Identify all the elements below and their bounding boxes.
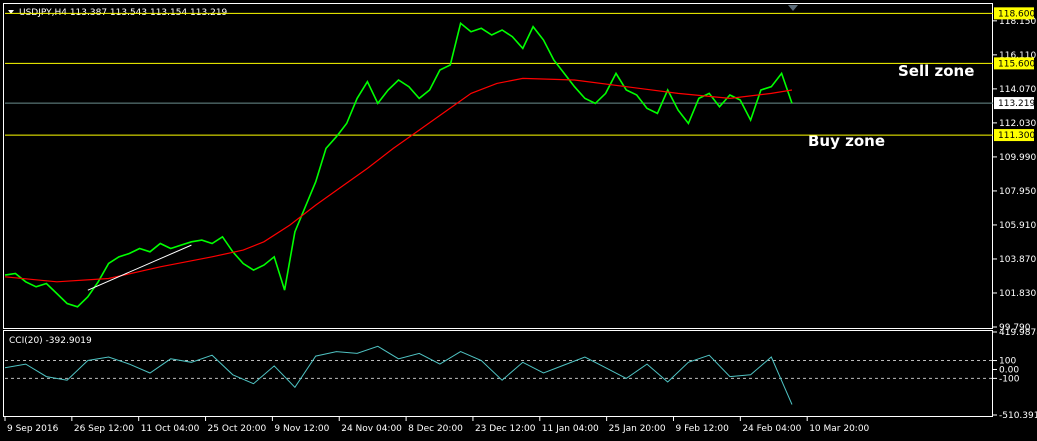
y-tick-label: 114.070 xyxy=(999,85,1036,95)
y-tick-label: 107.950 xyxy=(999,187,1036,197)
cci-tick-label: 419.9878 xyxy=(999,328,1037,338)
x-tick-label: 11 Jan 04:00 xyxy=(542,424,599,434)
x-tick-label: 25 Jan 20:00 xyxy=(609,424,666,434)
x-tick-label: 9 Sep 2016 xyxy=(7,424,59,434)
x-tick-label: 9 Feb 12:00 xyxy=(675,424,729,434)
x-tick-label: 24 Nov 04:00 xyxy=(341,424,402,434)
x-tick-label: 9 Nov 12:00 xyxy=(274,424,329,434)
x-tick-label: 25 Oct 20:00 xyxy=(208,424,267,434)
chart-canvas[interactable]: USDJPY,H4 113.387 113.543 113.154 113.21… xyxy=(0,0,1037,441)
cci-tick-label: -100 xyxy=(999,374,1020,384)
x-tick-label: 10 Mar 20:00 xyxy=(809,424,869,434)
chart-background xyxy=(0,0,1037,441)
x-tick-label: 26 Sep 12:00 xyxy=(74,424,134,434)
x-tick-label: 23 Dec 12:00 xyxy=(475,424,536,434)
sell-zone-label: Sell zone xyxy=(898,62,974,80)
y-tick-label: 103.870 xyxy=(999,255,1036,265)
y-tick-label: 101.830 xyxy=(999,289,1036,299)
cci-title: CCI(20) -392.9019 xyxy=(9,336,92,346)
level-tag-label: 111.300 xyxy=(998,131,1035,141)
y-tick-label: 109.990 xyxy=(999,153,1036,163)
y-tick-label: 105.910 xyxy=(999,221,1036,231)
x-tick-label: 11 Oct 04:00 xyxy=(141,424,200,434)
x-tick-label: 8 Dec 20:00 xyxy=(408,424,463,434)
current-price-tag-label: 113.219 xyxy=(998,99,1035,109)
x-tick-label: 24 Feb 04:00 xyxy=(742,424,801,434)
cci-tick-label: -510.3919 xyxy=(999,411,1037,421)
y-tick-label: 112.030 xyxy=(999,119,1036,129)
level-tag-label: 115.600 xyxy=(998,59,1035,69)
level-tag-label: 118.600 xyxy=(998,9,1035,19)
